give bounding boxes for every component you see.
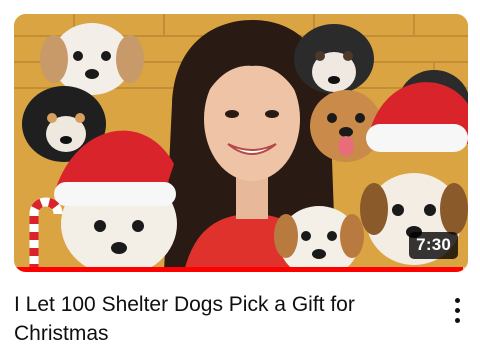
duration-badge: 7:30: [409, 232, 458, 259]
watch-progress-fill: [14, 267, 464, 272]
more-vertical-icon[interactable]: [446, 293, 468, 327]
watch-progress-bar: [14, 267, 468, 272]
video-thumbnail[interactable]: 7:30: [14, 14, 468, 272]
menu-dot: [454, 307, 460, 313]
thumbnail-image: [14, 14, 468, 272]
video-title[interactable]: I Let 100 Shelter Dogs Pick a Gift for C…: [14, 290, 414, 348]
menu-dot: [454, 317, 460, 323]
menu-dot: [454, 297, 460, 303]
